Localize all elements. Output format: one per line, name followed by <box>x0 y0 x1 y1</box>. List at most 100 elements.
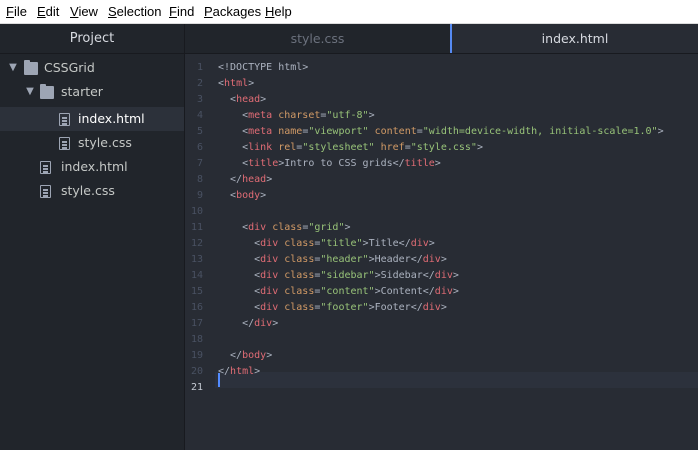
code-token: < <box>218 126 249 137</box>
line-number: 12 <box>190 238 203 249</box>
code-token: html <box>224 78 249 89</box>
code-token: class <box>284 270 315 281</box>
code-token: "footer" <box>320 302 369 313</box>
code-line: <div class="header">Header</div> <box>218 252 447 268</box>
code-token: < <box>218 286 261 297</box>
folder-icon <box>40 84 54 99</box>
code-token: < <box>218 222 249 233</box>
line-number: 6 <box>196 142 203 153</box>
folder-icon <box>24 60 38 75</box>
code-token: title <box>248 158 279 169</box>
line-number: 10 <box>190 206 203 217</box>
menu-edit[interactable]: Edit <box>37 4 59 20</box>
code-token: class <box>284 286 315 297</box>
code-token: class <box>284 302 315 313</box>
code-token: > <box>657 126 664 137</box>
file-text-icon <box>40 161 51 174</box>
line-number: 3 <box>196 94 203 105</box>
tree-file-starter-index-html[interactable]: index.html <box>0 107 184 131</box>
project-panel-title: Project <box>0 24 184 54</box>
code-token: body <box>236 190 261 201</box>
code-token: < <box>218 254 261 265</box>
line-number: 18 <box>190 334 203 345</box>
code-token: "utf-8" <box>326 110 369 121</box>
code-token: "stylesheet" <box>302 142 375 153</box>
project-tree: Project ▼ CSSGrid ▼ starter index.html s… <box>0 24 185 450</box>
code-line: <div class="content">Content</div> <box>218 284 459 300</box>
line-number: 20 <box>190 366 203 377</box>
code-token: > <box>440 302 447 313</box>
code-token: >Sidebar</ <box>374 270 435 281</box>
code-token: "header" <box>320 254 369 265</box>
code-token: "title" <box>320 238 363 249</box>
code-line: <div class="footer">Footer</div> <box>218 300 447 316</box>
code-token: < <box>218 302 261 313</box>
code-line: </body> <box>218 348 272 364</box>
chevron-down-icon[interactable]: ▼ <box>24 80 36 104</box>
current-line-highlight <box>215 372 698 388</box>
tree-item-label: index.html <box>78 111 145 126</box>
code-token: > <box>248 78 255 89</box>
code-token: title <box>404 158 435 169</box>
tab-index-html[interactable]: index.html <box>450 24 698 53</box>
menu-selection[interactable]: Selection <box>108 4 161 20</box>
code-token: div <box>422 254 441 265</box>
tree-file-starter-style-css[interactable]: style.css <box>0 131 184 155</box>
line-number: 16 <box>190 302 203 313</box>
line-number: 8 <box>196 174 203 185</box>
code-token: > <box>440 254 447 265</box>
code-token: < <box>218 158 249 169</box>
file-text-icon <box>59 113 70 126</box>
code-token: </ <box>218 318 255 329</box>
code-token: "viewport" <box>308 126 369 137</box>
code-token: "grid" <box>308 222 345 233</box>
line-number: 17 <box>190 318 203 329</box>
menu-find[interactable]: Find <box>169 4 194 20</box>
code-line: </html> <box>218 364 260 380</box>
code-token: > <box>434 158 441 169</box>
line-number: 7 <box>196 158 203 169</box>
code-token: body <box>242 350 267 361</box>
tree-item-label: CSSGrid <box>44 60 95 75</box>
menu-packages[interactable]: Packages <box>204 4 261 20</box>
code-token: html <box>230 366 255 377</box>
chevron-down-icon[interactable]: ▼ <box>7 56 19 80</box>
menu-file[interactable]: File <box>6 4 27 20</box>
code-token: div <box>260 254 285 265</box>
menu-help[interactable]: Help <box>265 4 292 20</box>
code-token: name <box>278 126 303 137</box>
code-token: > <box>254 366 261 377</box>
line-number: 2 <box>196 78 203 89</box>
code-token: class <box>272 222 303 233</box>
code-editor[interactable]: 1 2 3 4 5 6 7 8 9 10 11 12 13 14 15 16 17 18 19 20 21 <!DOCT… <box>185 54 698 450</box>
code-token: > <box>428 238 435 249</box>
file-text-icon <box>59 137 70 150</box>
code-token: "sidebar" <box>320 270 375 281</box>
code-token: </ <box>218 350 243 361</box>
code-token: div <box>434 286 453 297</box>
code-token: > <box>272 318 279 329</box>
code-token: > <box>476 142 483 153</box>
line-number: 19 <box>190 350 203 361</box>
code-token: div <box>260 286 285 297</box>
code-token: < <box>218 94 237 105</box>
tab-style-css[interactable]: style.css <box>185 24 450 53</box>
tree-file-style-css[interactable]: style.css <box>0 179 184 203</box>
tree-folder-cssgrid[interactable]: ▼ CSSGrid <box>0 56 184 80</box>
code-token: > <box>260 94 267 105</box>
code-line: <meta charset="utf-8"> <box>218 108 375 124</box>
line-number-gutter: 1 2 3 4 5 6 7 8 9 10 11 12 13 14 15 16 17 18 19 20 21 <box>185 54 215 450</box>
code-token: "style.css" <box>410 142 477 153</box>
code-line: <div class="title">Title</div> <box>218 236 435 252</box>
code-token: >Footer</ <box>368 302 423 313</box>
code-token: meta <box>248 110 279 121</box>
code-token: head <box>236 94 261 105</box>
code-token: head <box>242 174 267 185</box>
code-line: <html> <box>218 76 254 92</box>
menu-view[interactable]: View <box>70 4 98 20</box>
code-token: "width=device-width, initial-scale=1.0" <box>422 126 658 137</box>
tree-folder-starter[interactable]: ▼ starter <box>0 80 184 104</box>
code-token: class <box>284 238 315 249</box>
code-token: < <box>218 142 249 153</box>
tree-file-index-html[interactable]: index.html <box>0 155 184 179</box>
